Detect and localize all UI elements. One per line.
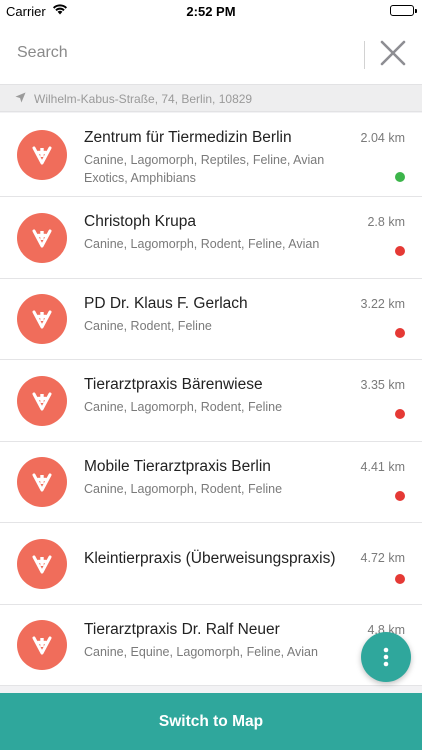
status-time: 2:52 PM	[186, 4, 236, 19]
vet-name: PD Dr. Klaus F. Gerlach	[84, 294, 248, 312]
status-bar: Carrier 2:52 PM	[0, 0, 422, 22]
vet-distance: 2.04 km	[360, 131, 405, 145]
vet-logo-icon	[32, 392, 52, 410]
vet-list-item[interactable]: Christoph Krupa Canine, Lagomorph, Roden…	[0, 197, 422, 279]
species-line: Canine, Lagomorph, Reptiles, Feline, Avi…	[84, 153, 325, 167]
open-status-dot	[395, 574, 405, 584]
open-status-dot	[395, 246, 405, 256]
current-location-row[interactable]: Wilhelm-Kabus-Straße, 74, Berlin, 10829	[0, 84, 422, 112]
species-line: Canine, Equine, Lagomorph, Feline, Avian	[84, 644, 318, 659]
vet-name: Tierarztpraxis Dr. Ralf Neuer	[84, 620, 280, 638]
vet-distance: 4.41 km	[360, 459, 405, 474]
vet-species: Canine, Lagomorph, Rodent, Feline	[84, 481, 354, 499]
search-header	[0, 22, 422, 84]
location-arrow-icon	[15, 92, 26, 106]
vet-list[interactable]: Zentrum für Tiermedizin Berlin Canine, L…	[0, 113, 422, 693]
vet-species: Canine, Rodent, Feline	[84, 318, 354, 336]
vet-avatar	[17, 620, 67, 670]
vet-distance: 4.72 km	[360, 551, 405, 565]
battery-icon	[390, 5, 417, 16]
vet-logo-icon	[32, 636, 52, 655]
vet-logo-icon	[32, 473, 52, 492]
vet-distance: 2.8 km	[367, 215, 405, 229]
vet-list-item[interactable]: Kleintierpraxis (Überweisungspraxis) 4.7…	[0, 523, 422, 605]
species-line: Canine, Lagomorph, Rodent, Feline	[84, 481, 283, 496]
vet-list-item[interactable]: Tierarztpraxis Bärenwiese Canine, Lagomo…	[0, 360, 422, 442]
close-icon	[380, 40, 406, 66]
open-status-dot	[395, 172, 405, 182]
close-button[interactable]	[372, 35, 414, 71]
open-status-dot	[395, 490, 405, 501]
vet-avatar	[17, 212, 67, 263]
species-line: Canine, Rodent, Feline	[84, 318, 212, 333]
vet-distance: 3.22 km	[360, 296, 405, 311]
vet-species: Canine, Lagomorph, Rodent, Feline, Avian	[84, 236, 354, 254]
more-options-button[interactable]	[361, 632, 411, 682]
species-line: Canine, Lagomorph, Rodent, Feline	[84, 400, 283, 414]
species-line: Exotics, Amphibians	[84, 170, 196, 185]
vet-list-item[interactable]: PD Dr. Klaus F. Gerlach Canine, Rodent, …	[0, 278, 422, 360]
vet-name: Christoph Krupa	[84, 213, 197, 230]
species-line: Canine, Lagomorph, Rodent, Feline, Avian	[84, 237, 320, 251]
vet-logo-icon	[32, 310, 52, 329]
vet-species: Canine, Equine, Lagomorph, Feline, Avian	[84, 644, 354, 662]
vet-avatar	[17, 294, 67, 344]
vet-avatar	[17, 538, 67, 589]
search-divider	[364, 41, 365, 69]
vet-avatar	[17, 375, 67, 426]
vet-distance: 3.35 km	[360, 378, 405, 392]
more-vertical-icon	[383, 647, 389, 667]
vet-species: Canine, Lagomorph, Reptiles, Feline, Avi…	[84, 152, 354, 187]
vet-list-item[interactable]: Mobile Tierarztpraxis Berlin Canine, Lag…	[0, 441, 422, 523]
vet-avatar	[17, 457, 67, 507]
vet-list-item[interactable]: Zentrum für Tiermedizin Berlin Canine, L…	[0, 113, 422, 197]
vet-avatar	[17, 130, 67, 180]
vet-species: Canine, Lagomorph, Rodent, Feline	[84, 399, 354, 417]
vet-name: Mobile Tierarztpraxis Berlin	[84, 457, 271, 475]
open-status-dot	[395, 327, 405, 338]
open-status-dot	[395, 409, 405, 419]
vet-name: Kleintierpraxis (Überweisungspraxis)	[84, 550, 336, 567]
vet-list-item[interactable]: Tierarztpraxis Dr. Ralf Neuer Canine, Eq…	[0, 604, 422, 686]
current-address: Wilhelm-Kabus-Straße, 74, Berlin, 10829	[34, 92, 253, 106]
vet-name: Zentrum für Tiermedizin Berlin	[84, 129, 292, 146]
vet-logo-icon	[32, 229, 52, 247]
vet-logo-icon	[32, 146, 52, 165]
switch-to-map-button[interactable]: Switch to Map	[0, 693, 422, 750]
vet-name: Tierarztpraxis Bärenwiese	[84, 376, 263, 393]
vet-logo-icon	[32, 555, 52, 573]
search-input[interactable]	[0, 22, 360, 84]
